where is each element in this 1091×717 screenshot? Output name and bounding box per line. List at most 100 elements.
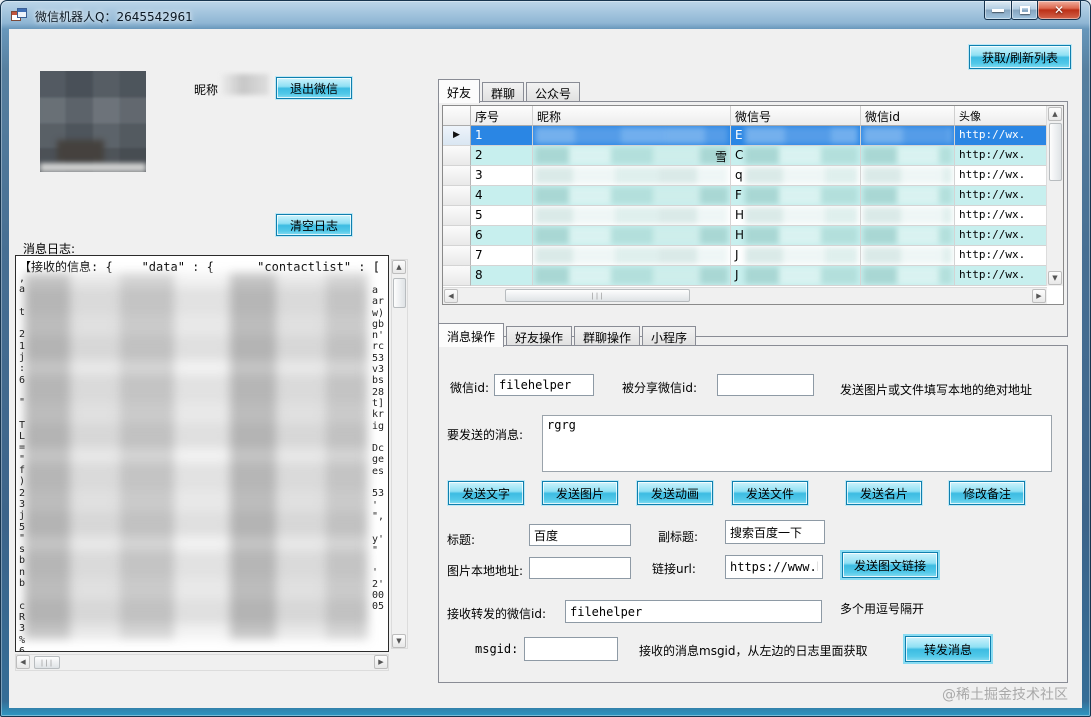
minimize-icon	[992, 9, 1004, 12]
column-header[interactable]: 昵称	[533, 106, 731, 126]
table-row[interactable]: ▶ 1 E http://wx.	[443, 126, 1063, 146]
cell-seq: 6	[471, 226, 533, 246]
cell-avatar-url: http://wx.	[955, 146, 1049, 166]
close-icon: ✕	[1054, 3, 1064, 17]
table-vertical-scrollbar[interactable]: ▲ ▼	[1046, 106, 1063, 286]
table-row[interactable]: 6 H http://wx.	[443, 226, 1063, 246]
contacts-tab[interactable]: 公众号	[526, 82, 580, 102]
wxid-label: 微信id:	[450, 379, 489, 396]
cell-wechat-no: H	[731, 206, 861, 226]
operations-tab[interactable]: 群聊操作	[574, 326, 640, 346]
column-header[interactable]: 序号	[471, 106, 533, 126]
contacts-tab[interactable]: 群聊	[482, 82, 524, 102]
url-input[interactable]	[725, 555, 823, 579]
table-row[interactable]: 2 雪 C http://wx.	[443, 146, 1063, 166]
titlebar[interactable]: 微信机器人Q：2645542961 ✕	[1, 1, 1090, 29]
title-input[interactable]	[529, 524, 631, 546]
logout-wechat-button[interactable]: 退出微信	[276, 77, 352, 99]
blurred-wechat-id	[863, 227, 952, 244]
operations-tab[interactable]: 好友操作	[506, 326, 572, 346]
operations-tabpanel: 微信id: 被分享微信id: 发送图片或文件填写本地的绝对地址 要发送的消息: …	[438, 345, 1068, 683]
blurred-nickname	[535, 267, 728, 284]
cell-wechat-no: J	[731, 266, 861, 286]
app-window: 微信机器人Q：2645542961 ✕ 昵称 退出微信 清空日志 消息日志: 【…	[0, 0, 1091, 717]
app-icon	[11, 8, 27, 22]
message-log-textbox[interactable]: 【接收的信息: { "data" : { "contactlist" : [ ,…	[15, 255, 389, 652]
column-header[interactable]: 微信号	[731, 106, 861, 126]
scroll-down-icon[interactable]: ▼	[1048, 271, 1062, 285]
subtitle-input[interactable]	[725, 520, 825, 544]
blurred-wechat-no	[745, 247, 858, 264]
send-action-button[interactable]: 发送文件	[732, 481, 808, 505]
cell-seq: 3	[471, 166, 533, 186]
cell-seq: 4	[471, 186, 533, 206]
cell-seq: 1	[471, 126, 533, 146]
cell-nickname	[533, 246, 731, 266]
column-header[interactable]: 头像	[955, 106, 1049, 126]
table-hscroll-thumb[interactable]: ∣∣∣	[505, 289, 690, 302]
table-row[interactable]: 8 J http://wx.	[443, 266, 1063, 286]
scroll-right-icon[interactable]: ▶	[1032, 289, 1046, 303]
title-label: 标题:	[447, 531, 475, 548]
cell-wechat-id	[861, 226, 955, 246]
blurred-wechat-no	[745, 207, 858, 224]
operations-tab[interactable]: 消息操作	[438, 323, 504, 347]
msgid-input[interactable]	[524, 637, 618, 661]
close-button[interactable]: ✕	[1037, 1, 1081, 20]
send-link-button[interactable]: 发送图文链接	[842, 552, 938, 578]
forward-message-button[interactable]: 转发消息	[905, 636, 991, 662]
table-row[interactable]: 3 q http://wx.	[443, 166, 1063, 186]
table-vscroll-thumb[interactable]	[1049, 123, 1062, 181]
send-action-button[interactable]: 发送文字	[448, 481, 524, 505]
blurred-nickname	[535, 187, 728, 204]
log-vertical-scrollbar[interactable]: ▲ ▼	[391, 259, 408, 649]
forward-wxid-input[interactable]	[565, 600, 822, 623]
log-horizontal-scrollbar[interactable]: ◀ ∣∣∣ ▶	[15, 654, 389, 671]
wxid-input[interactable]	[494, 374, 594, 396]
send-action-button[interactable]: 发送图片	[542, 481, 618, 505]
contacts-tab[interactable]: 好友	[438, 79, 480, 103]
table-row[interactable]: 7 J http://wx.	[443, 246, 1063, 266]
table-row[interactable]: 5 H http://wx.	[443, 206, 1063, 226]
scroll-down-icon[interactable]: ▼	[392, 634, 406, 648]
refresh-list-button[interactable]: 获取/刷新列表	[969, 45, 1071, 69]
log-hscroll-thumb[interactable]: ∣∣∣	[34, 656, 60, 669]
minimize-button[interactable]	[984, 1, 1012, 20]
blurred-nickname	[535, 227, 728, 244]
table-horizontal-scrollbar[interactable]: ◀ ∣∣∣ ▶	[443, 287, 1047, 304]
scroll-right-icon[interactable]: ▶	[374, 655, 388, 669]
send-action-button[interactable]: 修改备注	[949, 481, 1025, 505]
url-label: 链接url:	[652, 560, 696, 577]
scroll-left-icon[interactable]: ◀	[444, 289, 458, 303]
operations-tab[interactable]: 小程序	[642, 326, 696, 346]
cell-nickname: 雪	[533, 146, 731, 166]
scroll-left-icon[interactable]: ◀	[16, 655, 30, 669]
scroll-up-icon[interactable]: ▲	[392, 260, 406, 274]
shared-wxid-input[interactable]	[717, 374, 814, 396]
maximize-button[interactable]	[1011, 1, 1038, 20]
corner-cell	[443, 106, 471, 126]
table-row[interactable]: 4 F http://wx.	[443, 186, 1063, 206]
cell-nickname	[533, 206, 731, 226]
clear-log-button[interactable]: 清空日志	[276, 214, 352, 236]
cell-wechat-no: H	[731, 226, 861, 246]
blurred-wechat-no	[745, 227, 858, 244]
contacts-table-header: 序号 昵称 微信号 微信id 头像	[443, 106, 1063, 126]
cell-avatar-url: http://wx.	[955, 166, 1049, 186]
cell-avatar-url: http://wx.	[955, 246, 1049, 266]
blurred-nickname	[535, 207, 728, 224]
send-action-button[interactable]: 发送名片	[846, 481, 922, 505]
shared-wxid-label: 被分享微信id:	[622, 379, 697, 396]
blurred-wechat-no	[745, 167, 858, 184]
cell-seq: 2	[471, 146, 533, 166]
cell-seq: 5	[471, 206, 533, 226]
column-header[interactable]: 微信id	[861, 106, 955, 126]
message-textarea[interactable]: rgrg	[542, 415, 1052, 472]
send-action-button[interactable]: 发送动画	[637, 481, 713, 505]
cell-wechat-no: J	[731, 246, 861, 266]
scroll-up-icon[interactable]: ▲	[1048, 107, 1062, 121]
blurred-wechat-id	[863, 147, 952, 164]
image-path-input[interactable]	[529, 557, 631, 579]
cell-wechat-no: E	[731, 126, 861, 146]
log-vscroll-thumb[interactable]	[393, 278, 406, 308]
